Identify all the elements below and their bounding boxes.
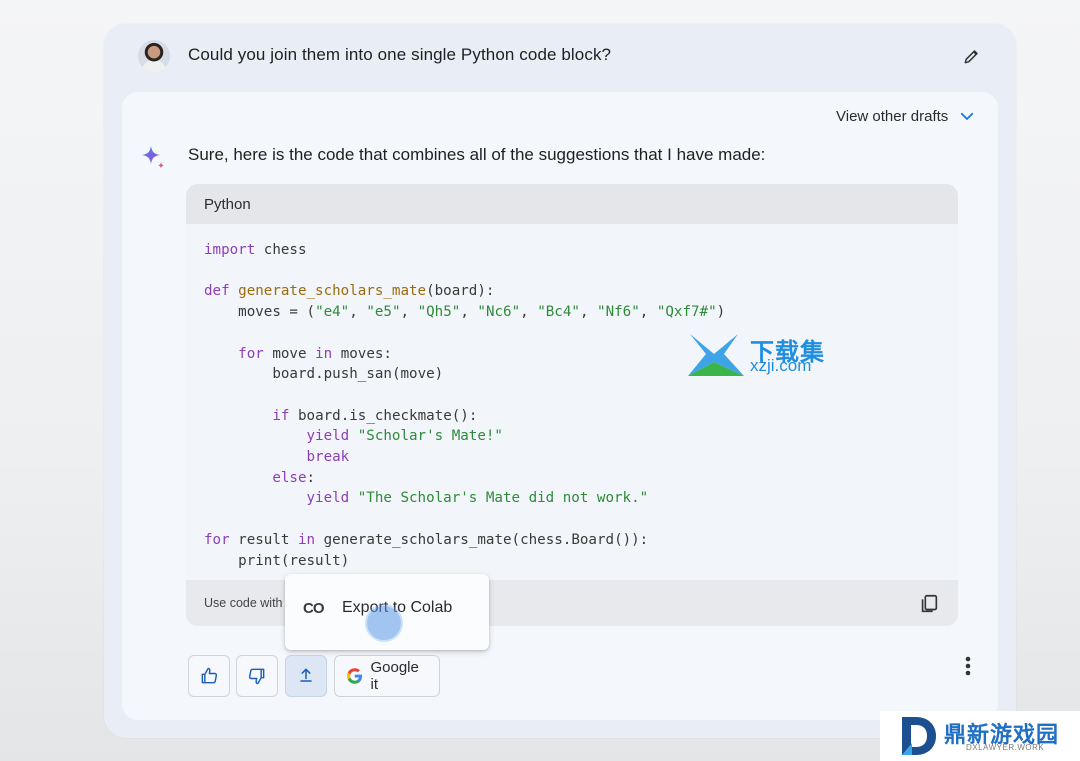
copy-icon[interactable] xyxy=(918,593,940,615)
code-content[interactable]: import chess def generate_scholars_mate(… xyxy=(204,240,725,571)
share-icon xyxy=(300,668,312,682)
code-line: for move in moves: xyxy=(238,345,392,362)
colab-logo-icon: CO xyxy=(303,600,324,617)
pencil-icon[interactable] xyxy=(962,46,982,66)
dxlawyer-logo-icon xyxy=(902,717,936,755)
more-vertical-icon[interactable] xyxy=(958,654,978,680)
view-other-drafts-button[interactable]: View other drafts xyxy=(836,107,976,125)
google-g-icon xyxy=(347,668,363,684)
thumbs-down-button[interactable] xyxy=(236,655,278,697)
thumbs-up-icon xyxy=(201,667,218,684)
pointer-click-indicator xyxy=(367,606,401,640)
code-line: import chess xyxy=(204,242,307,258)
code-line: yield "Scholar's Mate!" xyxy=(306,428,503,445)
code-language-label: Python xyxy=(204,195,251,213)
user-prompt-text: Could you join them into one single Pyth… xyxy=(188,45,612,64)
use-code-with-label[interactable]: Use code with xyxy=(204,596,283,610)
watermark-site1-url: xzji.com xyxy=(750,356,812,375)
response-intro-text: Sure, here is the code that combines all… xyxy=(188,145,766,164)
code-block: Python import chess def generate_scholar… xyxy=(186,184,958,626)
google-it-label: Google it xyxy=(370,659,419,693)
code-line: break xyxy=(306,449,350,466)
code-line: if board.is_checkmate(): xyxy=(272,407,478,424)
sparkle-icon xyxy=(142,146,164,169)
dxlawyer-watermark: 鼎新游戏园 DXLAWYER.WORK xyxy=(880,711,1080,761)
code-line: print(result) xyxy=(238,552,350,569)
thumbs-down-icon xyxy=(248,668,265,685)
share-export-button[interactable] xyxy=(285,655,327,697)
code-line: moves = ("e4", "e5", "Qh5", "Nc6", "Bc4"… xyxy=(238,304,726,321)
code-line: def generate_scholars_mate(board): xyxy=(204,283,495,300)
code-line: yield "The Scholar's Mate did not work." xyxy=(306,490,649,507)
drafts-label: View other drafts xyxy=(836,107,949,125)
code-line: else: xyxy=(272,469,316,486)
watermark-site2-url: DXLAWYER.WORK xyxy=(966,743,1045,752)
thumbs-up-button[interactable] xyxy=(188,655,230,697)
chevron-down-icon xyxy=(961,112,974,120)
code-line: board.push_san(move) xyxy=(272,366,444,383)
google-it-button[interactable]: Google it xyxy=(334,655,440,697)
code-line: for result in generate_scholars_mate(che… xyxy=(204,531,649,548)
code-language-header: Python xyxy=(186,184,958,224)
user-avatar xyxy=(138,40,170,72)
